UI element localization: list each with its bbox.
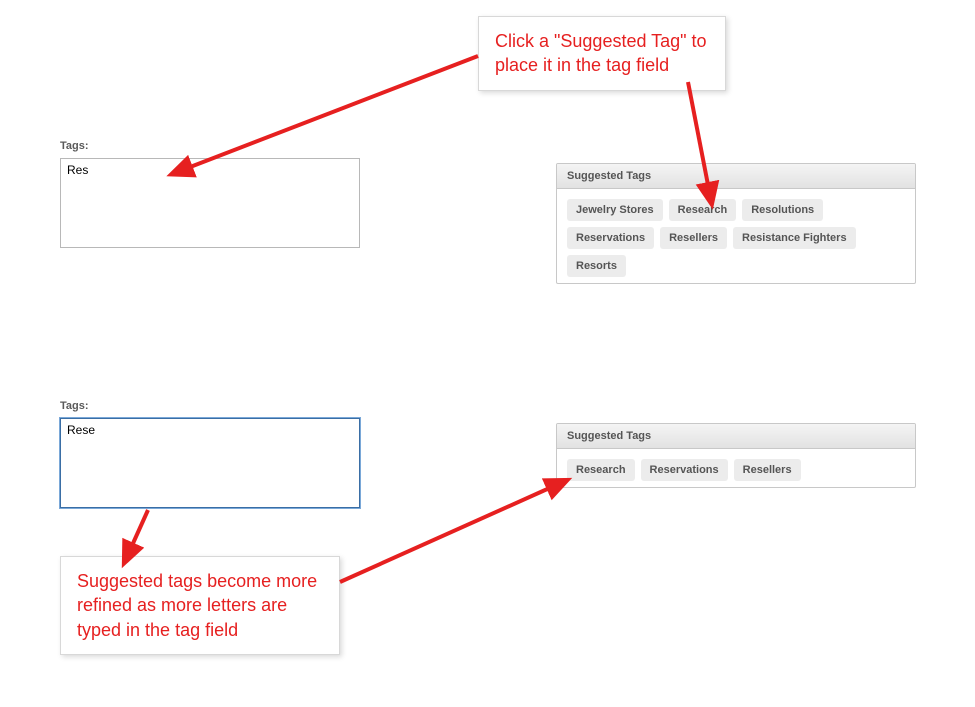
suggested-header-2: Suggested Tags	[557, 424, 915, 449]
tag-chip[interactable]: Resellers	[660, 227, 727, 249]
tag-chip[interactable]: Resorts	[567, 255, 626, 277]
suggested-panel-1: Suggested Tags Jewelry Stores Research R…	[556, 163, 916, 284]
callout-bottom-text: Suggested tags become more refined as mo…	[77, 571, 317, 640]
tag-input-1-value: Res	[67, 163, 88, 177]
tags-label-2: Tags:	[60, 400, 360, 412]
tag-chip[interactable]: Research	[567, 459, 635, 481]
tag-chip[interactable]: Resellers	[734, 459, 801, 481]
tag-chip[interactable]: Reservations	[567, 227, 654, 249]
callout-bottom: Suggested tags become more refined as mo…	[60, 556, 340, 655]
suggested-header-1: Suggested Tags	[557, 164, 915, 189]
tag-input-1[interactable]: Res	[60, 158, 360, 248]
suggested-body-2: Research Reservations Resellers	[557, 449, 915, 487]
tags-label-1: Tags:	[60, 140, 360, 152]
callout-top: Click a "Suggested Tag" to place it in t…	[478, 16, 726, 91]
suggested-panel-2: Suggested Tags Research Reservations Res…	[556, 423, 916, 488]
tag-chip[interactable]: Jewelry Stores	[567, 199, 663, 221]
tag-chip[interactable]: Reservations	[641, 459, 728, 481]
tag-chip[interactable]: Research	[669, 199, 737, 221]
suggested-body-1: Jewelry Stores Research Resolutions Rese…	[557, 189, 915, 283]
tag-input-2-value: Rese	[67, 423, 95, 437]
tag-chip[interactable]: Resistance Fighters	[733, 227, 856, 249]
tag-chip[interactable]: Resolutions	[742, 199, 823, 221]
callout-top-text: Click a "Suggested Tag" to place it in t…	[495, 31, 707, 75]
tag-input-2[interactable]: Rese	[60, 418, 360, 508]
